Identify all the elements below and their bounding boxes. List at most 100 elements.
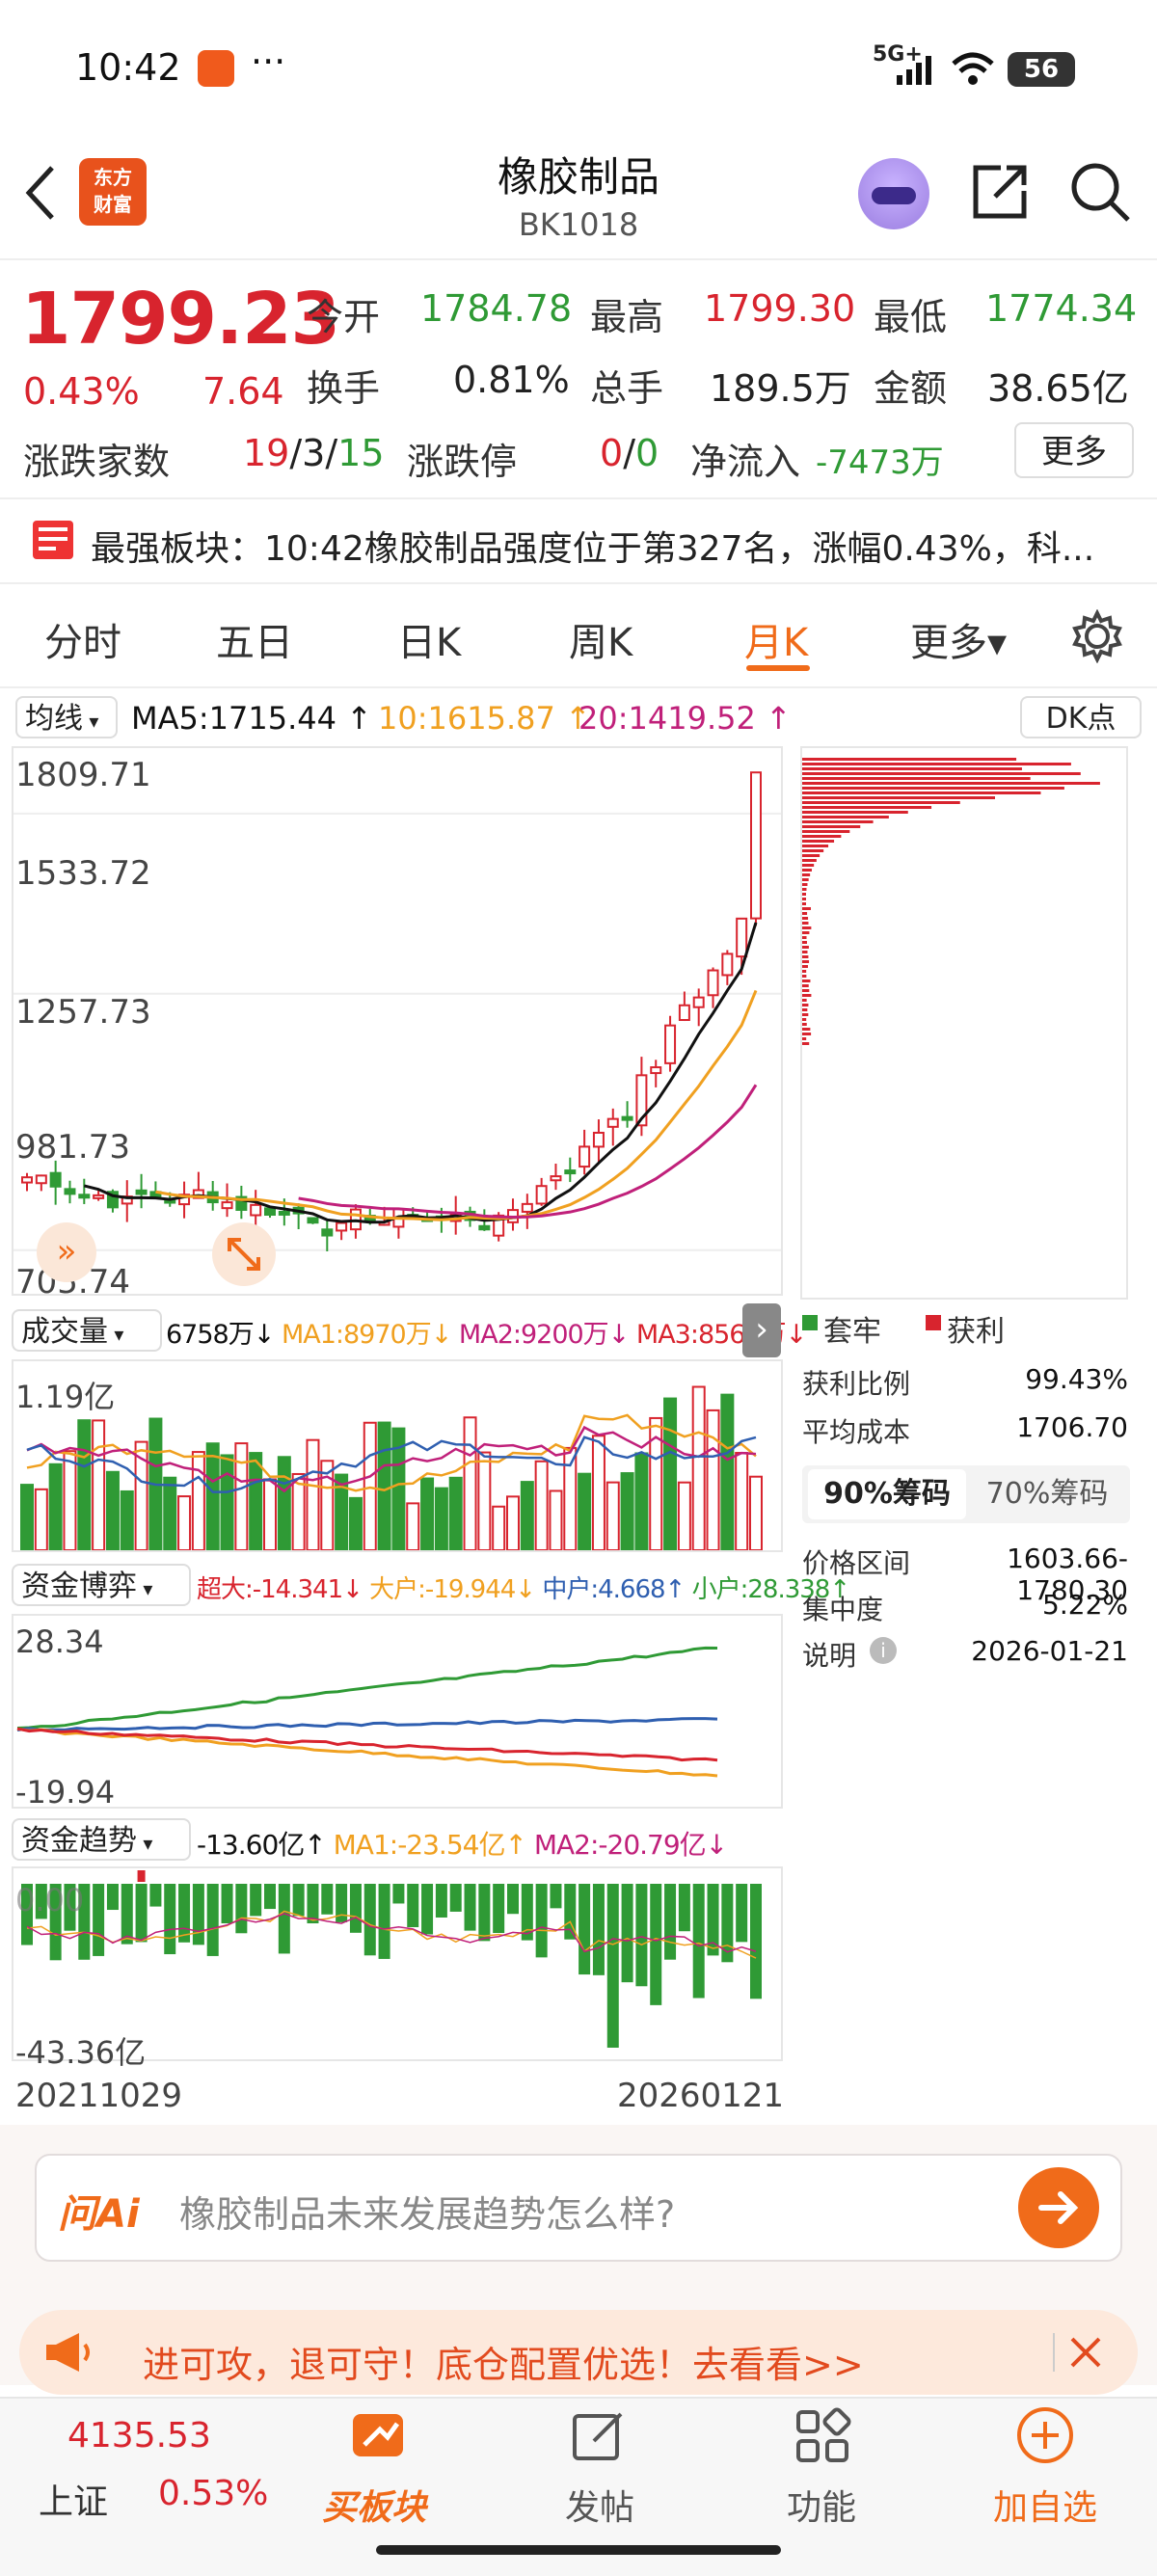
kline-y-label-2: 1533.72 [15, 854, 151, 893]
kline-candle [78, 1194, 91, 1199]
info-icon[interactable]: i [870, 1637, 897, 1664]
tab-five-day[interactable]: 五日 [216, 611, 293, 667]
volume-bar [105, 1470, 120, 1550]
close-icon[interactable] [1066, 2333, 1105, 2375]
kline-candle [21, 1176, 33, 1184]
chip-bar [802, 960, 810, 963]
ai-label: 问Ai [58, 2192, 140, 2237]
ai-assistant-avatar[interactable] [858, 158, 929, 229]
chip-bar [802, 912, 808, 915]
kline-candle [564, 1169, 577, 1175]
chip-bar [802, 840, 835, 843]
kline-candle [621, 1115, 633, 1121]
promo-text[interactable]: 进可攻，退可守！底仓配置优选！去看看>> [143, 2335, 864, 2388]
volume-selector[interactable]: 成交量 ▾ [12, 1309, 162, 1352]
app-notification-icon [198, 50, 234, 87]
chip-bar [802, 1033, 812, 1035]
kline-candle [321, 1228, 334, 1237]
buy-sector-icon[interactable] [345, 2408, 413, 2472]
fullscreen-icon[interactable] [212, 1222, 276, 1286]
tab-weekly-k[interactable]: 周K [569, 611, 632, 667]
kline-candle [336, 1221, 348, 1232]
share-icon[interactable] [968, 160, 1032, 228]
banner-divider [0, 582, 1157, 584]
volume-bar [249, 1452, 263, 1550]
volume-bar [48, 1462, 63, 1550]
buy-sector-label[interactable]: 买板块 [322, 2480, 426, 2530]
add-watchlist-label[interactable]: 加自选 [993, 2480, 1097, 2530]
chip-bar [802, 951, 808, 953]
chip-bar [802, 859, 817, 862]
fund-trend-bar [407, 1884, 419, 1928]
chip-bar [802, 975, 807, 978]
volume-bar [720, 1393, 735, 1550]
volume-bar [534, 1460, 549, 1550]
last-price: 1799.23 [21, 278, 340, 361]
fund-trend-bar [621, 1884, 633, 1983]
search-icon[interactable] [1068, 160, 1132, 228]
fund-game-selector[interactable]: 资金博弈 ▾ [12, 1564, 191, 1606]
turnover-label: 换手 [307, 367, 381, 410]
volume-bar [277, 1456, 291, 1550]
functions-label[interactable]: 功能 [787, 2480, 856, 2530]
kline-candle [692, 996, 705, 1008]
fund-trend-selector[interactable]: 资金趋势 ▾ [12, 1818, 191, 1861]
chip-bar [802, 922, 809, 925]
expand-left-icon[interactable]: » [37, 1222, 96, 1282]
chip-bar [802, 1028, 811, 1031]
tab-chip-70[interactable]: 70%筹码 [968, 1469, 1126, 1519]
chip-bar [802, 994, 812, 997]
index-value[interactable]: 4135.53 [67, 2416, 211, 2455]
settings-gear-icon[interactable] [1070, 608, 1124, 667]
fund-trend-bar [535, 1884, 548, 1958]
fund-trend-y-top: 0.00 [15, 1882, 85, 1919]
post-icon[interactable] [569, 2406, 629, 2470]
volume-bar [634, 1452, 649, 1550]
fund-trend-bar [106, 1884, 119, 1911]
chip-bar [802, 1042, 810, 1045]
fund-trend-bar [650, 1884, 662, 2005]
tab-chip-90[interactable]: 90%筹码 [808, 1469, 966, 1519]
signal-icon [895, 54, 937, 91]
volume-bar [220, 1454, 234, 1550]
ma-selector[interactable]: 均线 ▾ [15, 696, 118, 738]
volume-bar [520, 1481, 534, 1550]
fund-trend-bar [206, 1884, 219, 1956]
volume-bar [677, 1481, 691, 1550]
fund-trend-bar [149, 1884, 162, 1907]
fund-game-header: 超大:-14.341↓ 大户:-19.944↓ 中户:4.668↑ 小户:28.… [197, 1575, 850, 1604]
chip-bar [802, 806, 932, 809]
ma5-value: MA5:1715.44 ↑ [131, 700, 372, 737]
index-change-pct[interactable]: 0.53% [158, 2474, 268, 2513]
tab-more[interactable]: 更多▾ [910, 611, 1007, 667]
chip-bar [802, 1037, 807, 1040]
kline-candle [578, 1145, 591, 1168]
volume-bar [749, 1475, 763, 1550]
turnover-value: 0.81% [453, 359, 570, 401]
chip-bar [802, 787, 1064, 790]
more-quote-button[interactable]: 更多 [1014, 422, 1134, 478]
fund-trend-bar [93, 1884, 105, 1956]
dk-point-button[interactable]: DK点 [1020, 696, 1142, 738]
tab-daily-k[interactable]: 日K [397, 611, 461, 667]
scroll-right-button[interactable]: › [742, 1303, 781, 1357]
fund-trend-bar [135, 1884, 148, 1943]
index-name[interactable]: 上证 [39, 2474, 108, 2524]
volume-bar [463, 1416, 477, 1550]
volume-chart[interactable] [12, 1359, 783, 1552]
ai-submit-arrow-icon[interactable] [1018, 2167, 1099, 2248]
end-date: 20260121 [617, 2077, 785, 2115]
volume-bar [691, 1385, 706, 1550]
chip-bar [802, 888, 807, 891]
fund-game-chart[interactable] [12, 1614, 783, 1809]
profit-legend-label: 获利 [947, 1315, 1005, 1349]
post-label[interactable]: 发帖 [565, 2480, 634, 2530]
strongest-sector-banner[interactable]: 最强板块：10:42橡胶制品强度位于第327名，涨幅0.43%，科... [91, 521, 1094, 571]
tab-monthly-k[interactable]: 月K [744, 611, 808, 667]
ai-question-placeholder[interactable]: 橡胶制品未来发展趋势怎么样? [179, 2185, 675, 2238]
add-watchlist-icon[interactable] [1014, 2404, 1076, 2470]
tab-intraday[interactable]: 分时 [44, 611, 121, 667]
kline-candle [135, 1189, 148, 1195]
functions-icon[interactable] [793, 2406, 852, 2470]
quote-divider [0, 497, 1157, 499]
